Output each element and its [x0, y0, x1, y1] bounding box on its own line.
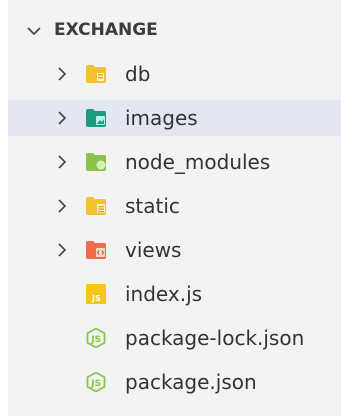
folder-node-icon: [85, 152, 107, 172]
tree-item-label: index.js: [125, 282, 203, 306]
tree-item-label: images: [125, 106, 198, 130]
tree-item-label: static: [125, 194, 180, 218]
tree-item-views[interactable]: views: [8, 232, 341, 268]
folder-images-icon: [85, 108, 107, 128]
chevron-right-icon[interactable]: [55, 242, 69, 262]
folder-db-icon: [85, 64, 107, 84]
js-file-icon: JS: [85, 284, 107, 304]
tree-item-index-js[interactable]: JS index.js: [8, 276, 341, 312]
nodejs-file-icon: JS: [85, 327, 107, 349]
tree-item-package-json[interactable]: JS package.json: [8, 364, 341, 400]
tree-item-label: views: [125, 238, 182, 262]
tree-item-static[interactable]: static: [8, 188, 341, 224]
chevron-right-icon[interactable]: [55, 66, 69, 86]
chevron-right-icon[interactable]: [55, 198, 69, 218]
nodejs-file-icon: JS: [85, 371, 107, 393]
folder-views-icon: [85, 240, 107, 260]
chevron-down-icon[interactable]: [26, 23, 42, 43]
tree-item-label: package.json: [125, 370, 257, 394]
chevron-right-icon[interactable]: [55, 110, 69, 130]
tree-item-label: package-lock.json: [125, 326, 305, 350]
tree-item-db[interactable]: db: [8, 56, 341, 92]
svg-text:JS: JS: [90, 379, 101, 389]
explorer-panel: EXCHANGE db images node_modules static v…: [8, 0, 341, 416]
tree-item-node-modules[interactable]: node_modules: [8, 144, 341, 180]
tree-item-images[interactable]: images: [8, 100, 341, 136]
tree-item-label: node_modules: [125, 150, 271, 174]
folder-static-icon: [85, 196, 107, 216]
tree-item-package-lock-json[interactable]: JS package-lock.json: [8, 320, 341, 356]
svg-text:JS: JS: [90, 335, 101, 345]
section-title: EXCHANGE: [54, 20, 158, 40]
tree-item-label: db: [125, 62, 151, 86]
svg-text:JS: JS: [91, 294, 101, 303]
chevron-right-icon[interactable]: [55, 154, 69, 174]
